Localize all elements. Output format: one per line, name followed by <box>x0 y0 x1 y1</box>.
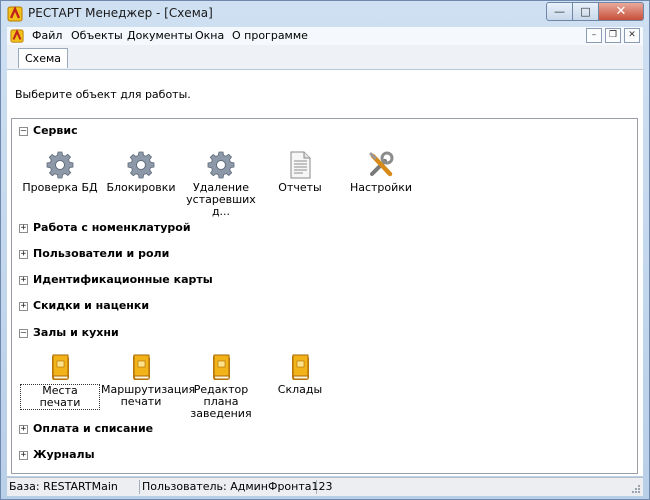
item-label: Склады <box>277 383 323 396</box>
book-icon <box>292 354 309 380</box>
item-warehouses[interactable]: Склады <box>260 351 340 396</box>
item-check-db[interactable]: Проверка БД <box>20 149 100 194</box>
section-title: Журналы <box>33 448 95 461</box>
mdi-controls: – ❐ ✕ <box>586 28 640 43</box>
title-bar[interactable]: РЕСТАРТ Менеджер - [Схема] — □ ✕ <box>1 1 649 27</box>
gear-icon <box>46 151 74 179</box>
close-button[interactable]: ✕ <box>599 2 644 21</box>
tab-strip: Схема <box>7 45 643 70</box>
document-icon <box>290 151 311 179</box>
item-locks[interactable]: Блокировки <box>101 149 181 194</box>
item-settings[interactable]: Настройки <box>341 149 421 194</box>
expand-toggle-icon[interactable]: + <box>19 451 28 460</box>
item-delete-outdated[interactable]: Удаление устаревших д... <box>181 149 261 218</box>
section-journals[interactable]: + Журналы <box>12 448 632 464</box>
expand-toggle-icon[interactable]: + <box>19 224 28 233</box>
section-service[interactable]: – Сервис <box>12 124 632 140</box>
item-label: Проверка БД <box>22 181 98 194</box>
window-controls: — □ ✕ <box>546 2 644 21</box>
mdi-close-button[interactable]: ✕ <box>624 28 640 43</box>
section-title: Работа с номенклатурой <box>33 221 191 234</box>
section-title: Сервис <box>33 124 78 137</box>
section-title: Идентификационные карты <box>33 273 213 286</box>
object-panel: – Сервис Проверка БД Блокировки Удаление… <box>11 118 638 474</box>
item-label: Отчеты <box>278 181 322 194</box>
tab-schema[interactable]: Схема <box>18 48 68 68</box>
section-halls-kitchens[interactable]: – Залы и кухни <box>12 326 632 342</box>
item-print-places[interactable]: Места печати <box>20 351 100 410</box>
section-id-cards[interactable]: + Идентификационные карты <box>12 273 632 289</box>
menu-windows[interactable]: Окна <box>195 29 224 42</box>
expand-toggle-icon[interactable]: + <box>19 250 28 259</box>
app-menu-icon[interactable] <box>10 29 24 43</box>
collapse-toggle-icon[interactable]: – <box>19 329 28 338</box>
section-title: Залы и кухни <box>33 326 119 339</box>
item-reports[interactable]: Отчеты <box>260 149 340 194</box>
book-icon <box>213 354 230 380</box>
select-object-prompt: Выберите объект для работы. <box>15 88 191 101</box>
item-label: Блокировки <box>106 181 176 194</box>
item-label: Настройки <box>349 181 413 194</box>
section-title: Скидки и наценки <box>33 299 150 312</box>
collapse-toggle-icon[interactable]: – <box>19 127 28 136</box>
minimize-button[interactable]: — <box>546 2 573 21</box>
book-icon <box>133 354 150 380</box>
expand-toggle-icon[interactable]: + <box>19 302 28 311</box>
tools-icon <box>369 151 394 177</box>
expand-toggle-icon[interactable]: + <box>19 276 28 285</box>
status-user: Пользователь: АдминФронта123 <box>142 480 333 494</box>
item-floor-plan-editor[interactable]: Редактор плана заведения <box>181 351 261 420</box>
item-label: Маршрутизация печати <box>101 383 196 408</box>
item-label: Места печати <box>20 384 100 410</box>
book-icon <box>52 354 69 380</box>
section-title: Оплата и списание <box>33 422 154 435</box>
item-label: Редактор плана заведения <box>190 383 252 420</box>
item-label: Удаление устаревших д... <box>186 181 256 218</box>
menu-objects[interactable]: Объекты <box>71 29 123 42</box>
mdi-minimize-button[interactable]: – <box>586 28 602 43</box>
section-discounts[interactable]: + Скидки и наценки <box>12 299 632 315</box>
status-database: База: RESTARTMain <box>7 480 140 494</box>
item-print-routing[interactable]: Маршрутизация печати <box>101 351 196 408</box>
section-payment[interactable]: + Оплата и списание <box>12 422 632 438</box>
expand-toggle-icon[interactable]: + <box>19 425 28 434</box>
status-bar: База: RESTARTMain Пользователь: АдминФро… <box>7 477 643 496</box>
window-title: РЕСТАРТ Менеджер - [Схема] <box>28 6 213 20</box>
app-logo-icon <box>7 6 23 22</box>
menu-documents[interactable]: Документы <box>127 29 193 42</box>
section-nomenclature[interactable]: + Работа с номенклатурой <box>12 221 632 237</box>
gear-icon <box>207 151 235 179</box>
maximize-button[interactable]: □ <box>573 2 599 21</box>
section-title: Пользователи и роли <box>33 247 170 260</box>
app-window: РЕСТАРТ Менеджер - [Схема] — □ ✕ Файл Об… <box>0 0 650 500</box>
mdi-restore-button[interactable]: ❐ <box>605 28 621 43</box>
menu-bar: Файл Объекты Документы Окна О программе … <box>7 27 643 46</box>
menu-about[interactable]: О программе <box>232 29 308 42</box>
main-content: Выберите объект для работы. – Сервис Про… <box>7 70 643 476</box>
section-users-roles[interactable]: + Пользователи и роли <box>12 247 632 263</box>
resize-grip-icon[interactable] <box>631 484 641 494</box>
menu-file[interactable]: Файл <box>32 29 62 42</box>
gear-icon <box>127 151 155 179</box>
